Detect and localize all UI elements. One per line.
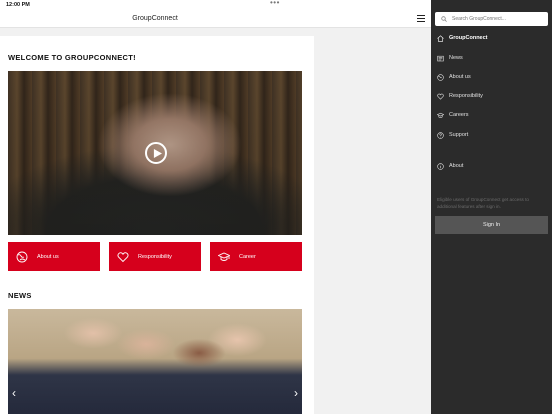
drawer-item-label: About us	[449, 74, 471, 80]
newspaper-icon	[437, 55, 444, 61]
about-us-tile-label: About us	[37, 253, 59, 260]
drawer-item-responsibility[interactable]: Responsibility	[431, 87, 552, 105]
career-tile-label: Career	[239, 253, 256, 260]
play-button[interactable]	[145, 142, 167, 164]
heart-icon	[437, 93, 444, 100]
drawer-item-support[interactable]: Support	[431, 126, 552, 144]
graduation-cap-icon	[437, 112, 444, 118]
drawer-item-label: Responsibility	[449, 93, 483, 99]
carousel-prev-icon[interactable]: ‹	[12, 387, 16, 399]
drawer-item-label: News	[449, 55, 463, 61]
home-icon	[437, 34, 444, 42]
heart-icon	[117, 251, 129, 262]
info-icon	[437, 162, 444, 170]
drawer-item-groupconnect[interactable]: GroupConnect	[431, 29, 552, 47]
drawer-item-label: About	[449, 163, 464, 169]
sign-in-button[interactable]: Sign In	[435, 216, 548, 234]
globe-icon	[16, 251, 28, 262]
about-us-tile[interactable]: About us	[8, 242, 100, 271]
app-title: GroupConnect	[132, 15, 178, 22]
drawer-item-label: Support	[449, 132, 469, 138]
multitasking-dots[interactable]: •••	[270, 0, 280, 8]
responsibility-tile-label: Responsibility	[138, 253, 172, 260]
help-icon	[437, 131, 444, 139]
welcome-title: WELCOME TO GROUPCONNECT!	[8, 53, 136, 62]
quick-links: About us Responsibility Career	[8, 242, 302, 271]
drawer-item-label: GroupConnect	[449, 35, 488, 41]
drawer-item-careers[interactable]: Careers	[431, 106, 552, 124]
side-drawer: GroupConnect News About us Responsibilit…	[431, 0, 552, 414]
drawer-item-news[interactable]: News	[431, 49, 552, 67]
app-header: GroupConnect	[0, 10, 431, 28]
hamburger-menu-icon[interactable]	[417, 15, 425, 22]
globe-icon	[437, 73, 444, 81]
hero-video[interactable]	[8, 71, 302, 235]
drawer-item-about[interactable]: About	[431, 157, 552, 175]
main-content: WELCOME TO GROUPCONNECT! About us Respon…	[0, 36, 314, 414]
news-carousel[interactable]: ‹ ›	[8, 309, 302, 414]
play-icon	[153, 148, 162, 158]
search-input[interactable]	[452, 16, 542, 22]
responsibility-tile[interactable]: Responsibility	[109, 242, 201, 271]
search-box[interactable]	[435, 12, 548, 26]
status-bar: 12:00 PM •••	[0, 0, 431, 10]
drawer-item-about-us[interactable]: About us	[431, 68, 552, 86]
career-tile[interactable]: Career	[210, 242, 302, 271]
graduation-cap-icon	[218, 252, 230, 261]
status-time: 12:00 PM	[6, 2, 30, 8]
news-title: NEWS	[8, 291, 32, 300]
drawer-item-label: Careers	[449, 112, 469, 118]
carousel-next-icon[interactable]: ›	[294, 387, 298, 399]
search-icon	[441, 16, 447, 22]
signin-description: Eligible users of GroupConnect get acces…	[437, 197, 529, 209]
